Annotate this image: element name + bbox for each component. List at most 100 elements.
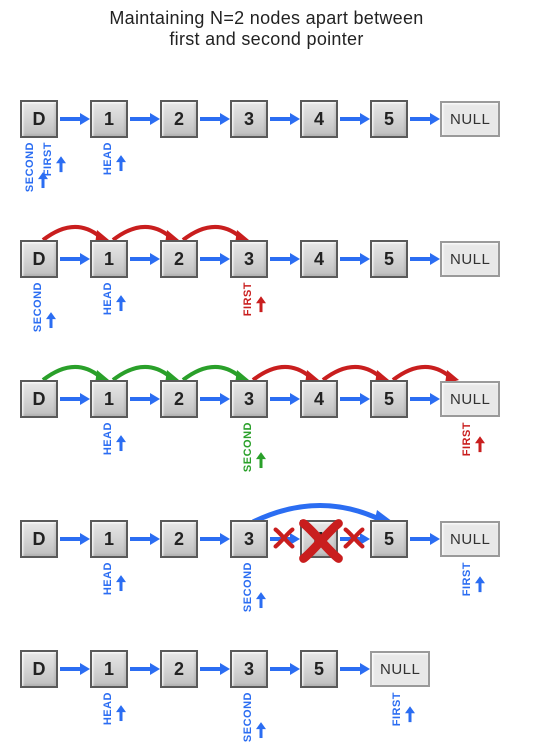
pointer-head: HEAD <box>102 692 128 725</box>
list-node: 2 <box>160 380 198 418</box>
next-pointer-arrow <box>128 251 160 267</box>
pointer-label-text: HEAD <box>102 562 114 595</box>
node-slot: 3 <box>230 100 300 138</box>
list-node: 5 <box>370 240 408 278</box>
node-slot: 3 <box>230 380 300 418</box>
pointer-arrow-icon <box>254 722 268 742</box>
pointer-second: SECOND <box>242 562 268 612</box>
step-row: D 1 2 3 4 5 NULL HEAD SECOND FIRST <box>20 520 500 558</box>
null-slot: NULL <box>440 520 500 558</box>
pointer-label-text: HEAD <box>102 282 114 315</box>
pointer-head: HEAD <box>102 422 128 455</box>
list-node: 4 <box>300 240 338 278</box>
pointer-label-text: HEAD <box>102 142 114 175</box>
pointer-label-text: FIRST <box>461 562 473 596</box>
pointer-first: FIRST <box>391 692 417 726</box>
node-slot: 3 <box>230 520 300 558</box>
pointer-label-text: FIRST <box>242 282 254 316</box>
pointer-arrow-icon <box>114 705 128 725</box>
next-pointer-arrow <box>338 111 370 127</box>
node-slot: D <box>20 100 90 138</box>
step-row: D 1 2 3 4 5 NULL SECOND FIRST HEAD <box>20 100 500 138</box>
list-node: 5 <box>370 380 408 418</box>
node-slot: 3 <box>230 240 300 278</box>
list-node: 2 <box>160 650 198 688</box>
list-node: 5 <box>300 650 338 688</box>
node-slot: 5 <box>300 650 370 688</box>
node-slot: 5 <box>370 520 440 558</box>
list-node: 2 <box>160 520 198 558</box>
next-pointer-arrow <box>268 251 300 267</box>
next-pointer-arrow <box>338 391 370 407</box>
pointer-label-text: HEAD <box>102 422 114 455</box>
next-pointer-arrow <box>408 391 440 407</box>
node-line: D 1 2 3 4 5 NULL <box>20 100 500 138</box>
pointer-head: HEAD <box>102 282 128 315</box>
node-line: D 1 2 3 4 5 NULL <box>20 380 500 418</box>
list-node: 2 <box>160 240 198 278</box>
list-node: D <box>20 520 58 558</box>
node-slot: 5 <box>370 380 440 418</box>
node-slot: 4 <box>300 240 370 278</box>
next-pointer-arrow <box>338 661 370 677</box>
pointer-arrow-icon <box>44 312 58 332</box>
node-slot: 5 <box>370 240 440 278</box>
list-node: 4 <box>300 520 338 558</box>
pointer-label-text: SECOND <box>32 282 44 332</box>
list-node: 1 <box>90 520 128 558</box>
pointer-arrow-icon <box>254 592 268 612</box>
pointer-label-text: SECOND <box>242 692 254 742</box>
node-slot: D <box>20 380 90 418</box>
step-row: D 1 2 3 4 5 NULL HEAD SECOND FIRST <box>20 380 500 418</box>
title-line-2: first and second pointer <box>169 29 363 49</box>
next-pointer-arrow <box>58 111 90 127</box>
list-node: 1 <box>90 240 128 278</box>
pointer-arrow-icon <box>54 156 68 176</box>
next-pointer-arrow <box>268 661 300 677</box>
next-pointer-arrow <box>128 391 160 407</box>
pointer-first: FIRST <box>42 142 68 176</box>
next-pointer-arrow <box>58 661 90 677</box>
list-node: 5 <box>370 100 408 138</box>
pointer-arrow-icon <box>254 296 268 316</box>
node-slot: 2 <box>160 240 230 278</box>
step-row: D 1 2 3 4 5 NULL SECOND HEAD FIRST <box>20 240 500 278</box>
node-slot: D <box>20 520 90 558</box>
next-pointer-arrow <box>268 111 300 127</box>
null-slot: NULL <box>440 100 500 138</box>
null-slot: NULL <box>440 240 500 278</box>
next-pointer-arrow <box>198 661 230 677</box>
pointer-head: HEAD <box>102 562 128 595</box>
null-terminator: NULL <box>370 651 430 687</box>
next-pointer-arrow <box>128 661 160 677</box>
pointer-second: SECOND <box>32 282 58 332</box>
null-terminator: NULL <box>440 381 500 417</box>
list-node: D <box>20 650 58 688</box>
list-node: 1 <box>90 380 128 418</box>
node-slot: 1 <box>90 650 160 688</box>
node-slot: 2 <box>160 380 230 418</box>
node-slot: 5 <box>370 100 440 138</box>
diagram-title: Maintaining N=2 nodes apart betweenfirst… <box>0 8 533 50</box>
node-line: D 1 2 3 4 5 NULL <box>20 240 500 278</box>
pointer-arrow-icon <box>114 575 128 595</box>
pointer-second: SECOND <box>242 692 268 742</box>
list-node: D <box>20 380 58 418</box>
pointer-label-text: FIRST <box>391 692 403 726</box>
next-pointer-arrow <box>198 391 230 407</box>
list-node: 2 <box>160 100 198 138</box>
node-slot: 2 <box>160 520 230 558</box>
node-slot: D <box>20 240 90 278</box>
pointer-arrow-icon <box>114 295 128 315</box>
pointer-head: HEAD <box>102 142 128 175</box>
list-node: 3 <box>230 520 268 558</box>
pointer-label-text: SECOND <box>242 562 254 612</box>
list-node: 4 <box>300 100 338 138</box>
list-node: 3 <box>230 100 268 138</box>
null-terminator: NULL <box>440 521 500 557</box>
pointer-first: FIRST <box>242 282 268 316</box>
node-slot: 4 <box>300 380 370 418</box>
list-node: 4 <box>300 380 338 418</box>
list-node: D <box>20 100 58 138</box>
next-pointer-arrow <box>58 251 90 267</box>
